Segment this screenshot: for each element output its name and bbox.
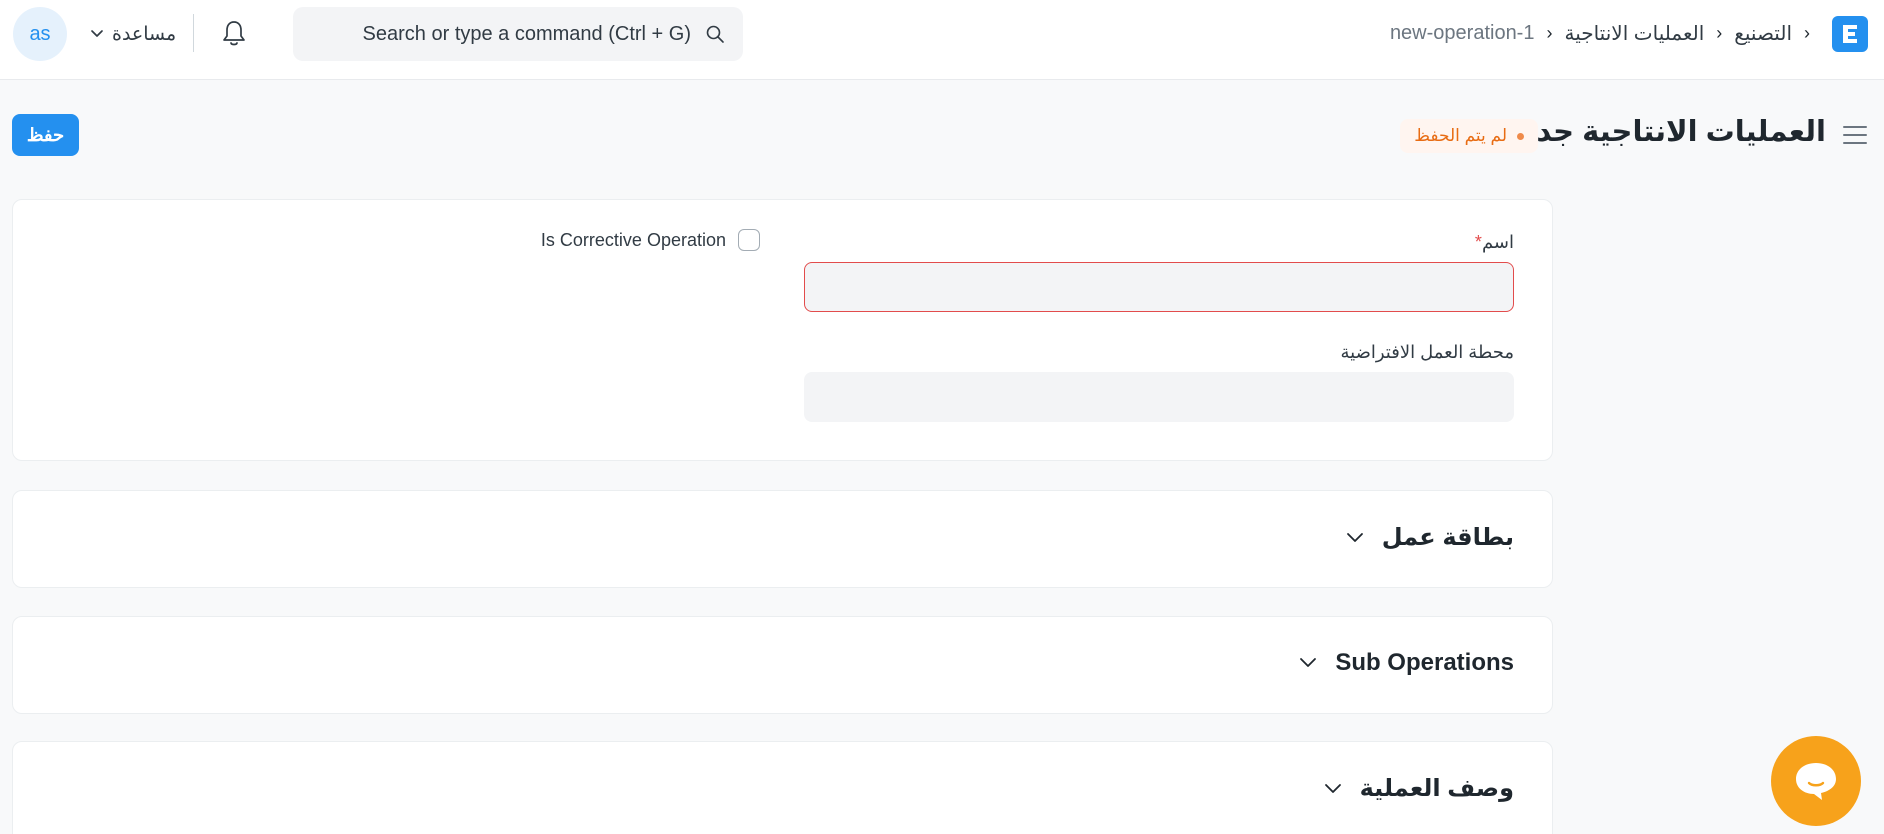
section-title: Sub Operations [1335, 649, 1514, 676]
bell-icon [223, 21, 245, 46]
breadcrumb-separator: › [1716, 22, 1723, 43]
chat-bubble-icon [1796, 763, 1836, 800]
search-icon [706, 25, 724, 43]
avatar-initials: as [29, 22, 51, 45]
save-button[interactable]: حفظ [12, 114, 79, 156]
breadcrumb-item-manufacturing[interactable]: التصنيع [1734, 21, 1792, 46]
name-input[interactable] [804, 262, 1514, 312]
is-corrective-label: Is Corrective Operation [540, 230, 726, 250]
status-dot [1517, 132, 1524, 140]
is-corrective-checkbox[interactable] [738, 229, 760, 251]
section-header[interactable]: وصف العملية [1324, 774, 1514, 803]
workstation-field-label: محطة العمل الافتراضية [1340, 342, 1515, 362]
app-logo[interactable] [1832, 16, 1868, 52]
erpnext-logo-icon [1843, 25, 1857, 43]
section-title: بطاقة عمل [1381, 524, 1514, 551]
section-operation-description[interactable]: وصف العملية [12, 741, 1553, 834]
status-badge: لم يتم الحفظ [1400, 119, 1538, 153]
hamburger-menu-icon [1843, 126, 1867, 144]
breadcrumb: › التصنيع › العمليات الانتاجية › new-ope… [1390, 18, 1810, 48]
section-title: وصف العملية [1359, 775, 1514, 802]
sidebar-toggle-button[interactable] [1842, 124, 1868, 146]
breadcrumb-item-current[interactable]: new-operation-1 [1390, 22, 1535, 45]
form-card: *اسم محطة العمل الافتراضية Is Corrective… [12, 199, 1553, 461]
navbar: › التصنيع › العمليات الانتاجية › new-ope… [0, 0, 1884, 80]
search-bar[interactable] [293, 7, 743, 61]
breadcrumb-item-operations[interactable]: العمليات الانتاجية [1564, 21, 1704, 46]
breadcrumb-separator: › [1546, 22, 1553, 43]
user-avatar[interactable]: as [13, 7, 67, 61]
required-mark: * [1474, 232, 1482, 252]
name-field-label: *اسم [1474, 232, 1514, 252]
status-text: لم يتم الحفظ [1414, 126, 1507, 145]
workstation-input[interactable] [804, 372, 1514, 422]
chevron-down-icon [1324, 783, 1341, 793]
section-sub-operations[interactable]: Sub Operations [12, 616, 1553, 714]
search-input[interactable] [331, 22, 691, 46]
help-label: مساعدة [112, 23, 177, 45]
section-header[interactable]: بطاقة عمل [1346, 523, 1514, 552]
navbar-divider [193, 14, 194, 52]
chevron-down-icon [1346, 532, 1363, 542]
chevron-down-icon [91, 30, 103, 37]
page-title: العمليات الانتاجية جديد [1508, 116, 1826, 148]
section-header[interactable]: Sub Operations [1299, 649, 1514, 677]
chevron-down-icon [1300, 658, 1317, 667]
help-dropdown[interactable]: مساعدة [90, 18, 176, 50]
section-job-card[interactable]: بطاقة عمل [12, 490, 1553, 588]
breadcrumb-separator: › [1804, 22, 1810, 43]
chat-button[interactable] [1771, 736, 1861, 826]
notifications-button[interactable] [220, 18, 248, 48]
